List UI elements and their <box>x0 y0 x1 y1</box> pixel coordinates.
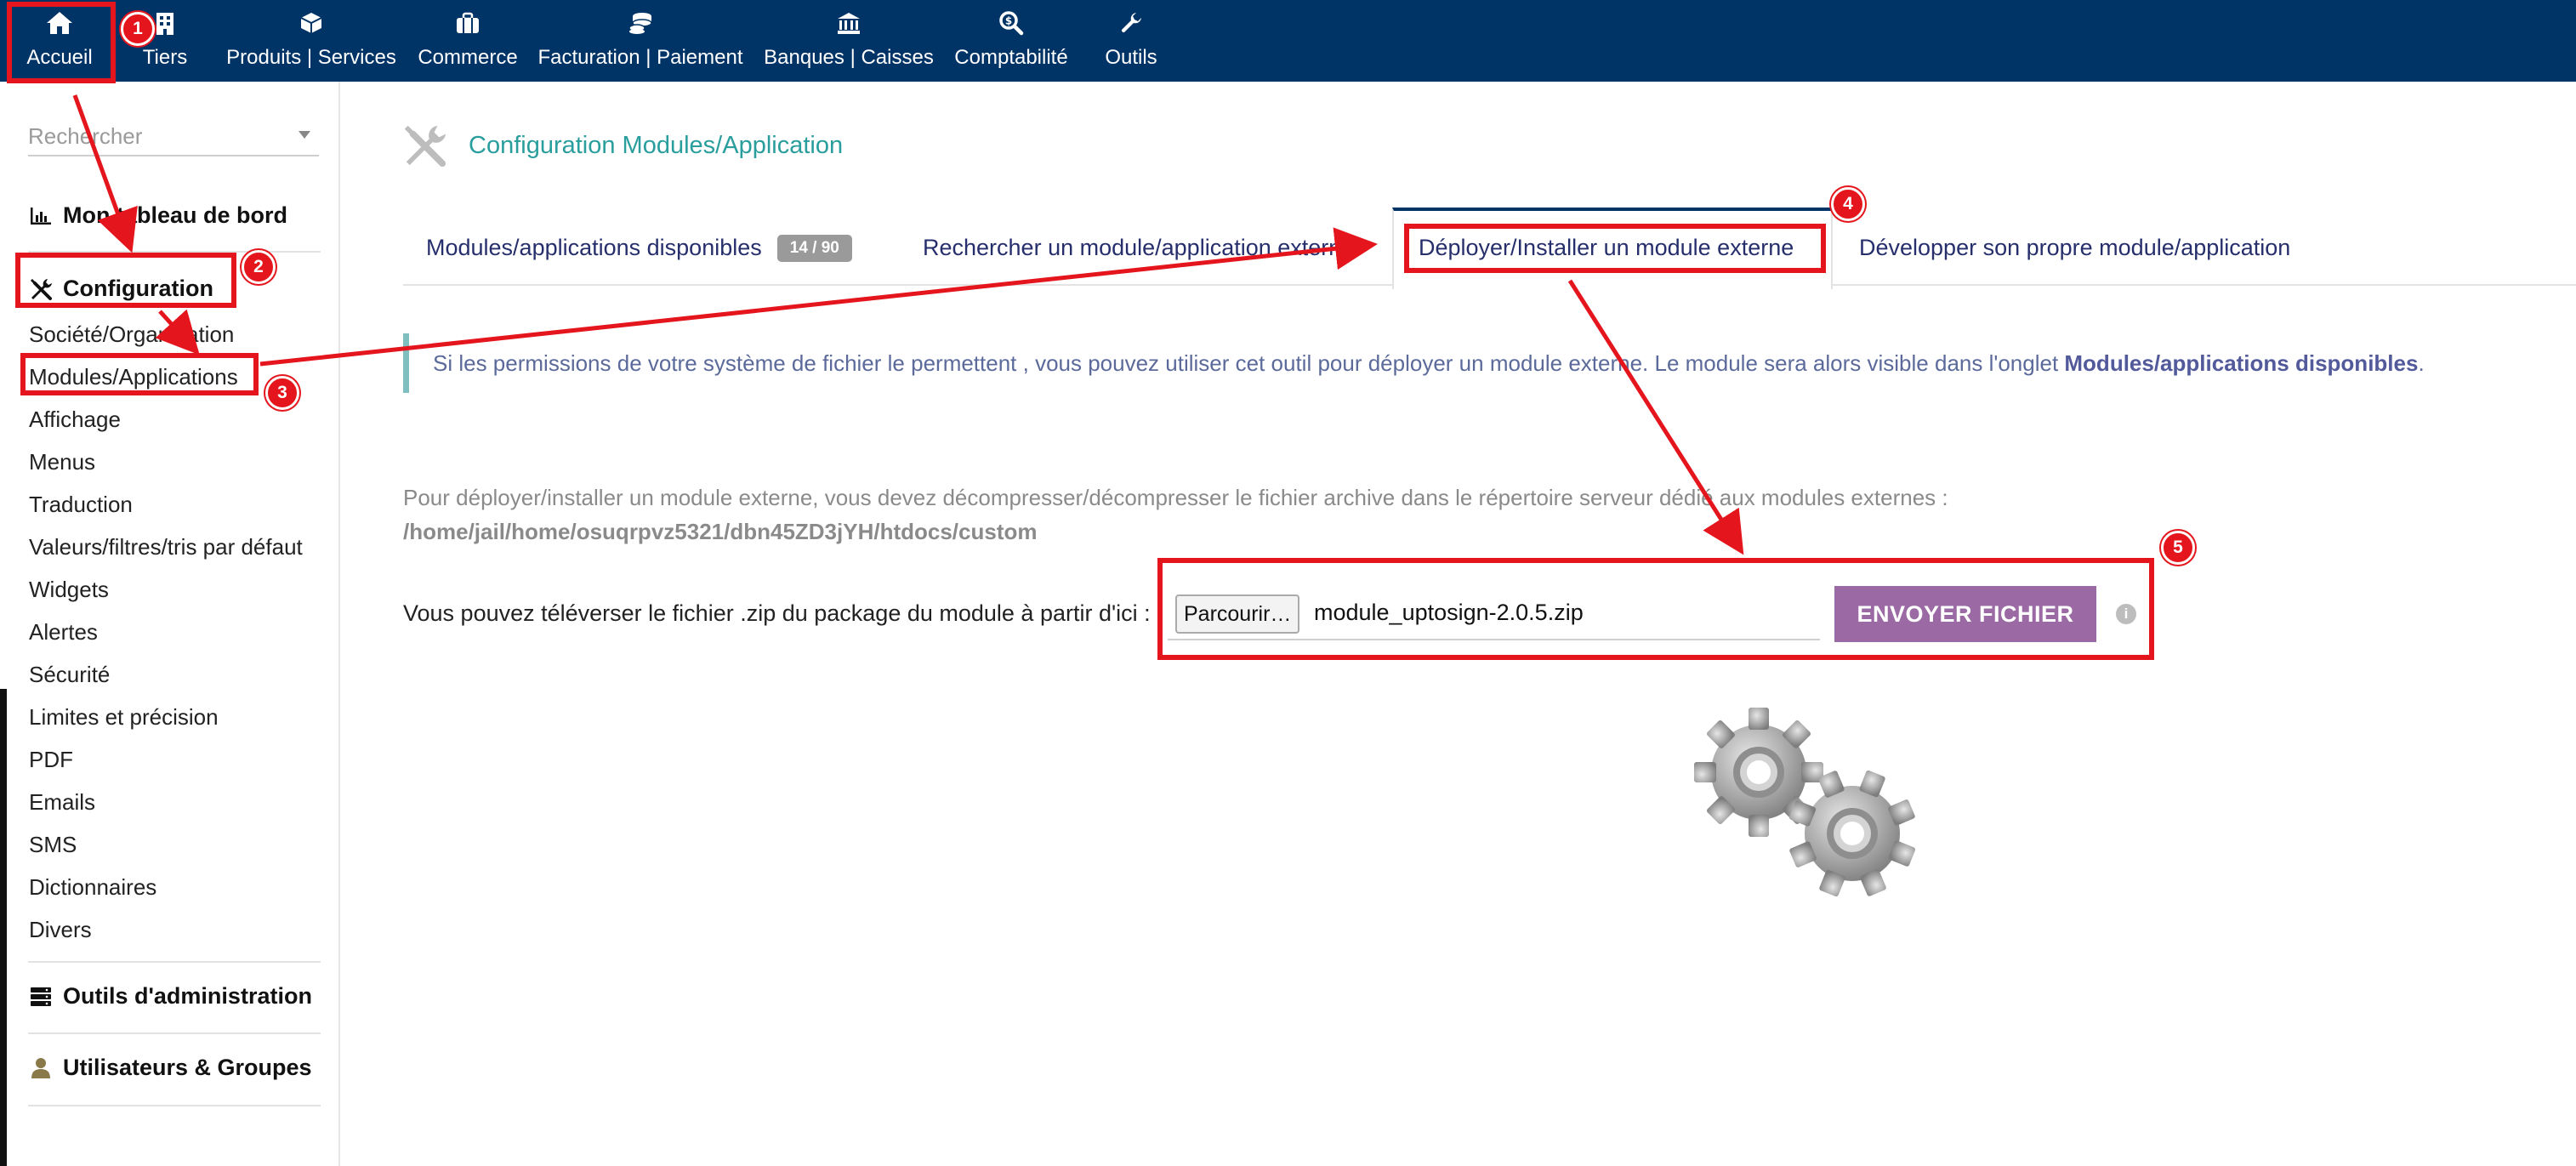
sidebar-users-groups[interactable]: Utilisateurs & Groupes <box>29 1055 312 1081</box>
tab-rechercher-externe[interactable]: Rechercher un module/application externe <box>923 235 1354 261</box>
annotation-marker-2: 2 <box>242 250 276 284</box>
briefcase-icon <box>452 9 483 37</box>
chevron-down-icon[interactable] <box>299 131 310 139</box>
sidebar-item-pdf[interactable]: PDF <box>29 747 73 773</box>
sidebar-dashboard[interactable]: Mon tableau de bord <box>29 202 287 229</box>
coins-icon <box>625 9 656 37</box>
annotation-box-modules <box>20 353 259 395</box>
sidebar-item-emails[interactable]: Emails <box>29 789 95 816</box>
deploy-instructions: Pour déployer/installer un module extern… <box>403 485 1948 510</box>
sidebar-users-groups-label: Utilisateurs & Groupes <box>63 1055 312 1080</box>
search-dollar-icon: $ <box>996 9 1026 37</box>
wrench-icon <box>1116 9 1146 37</box>
nav-banques-caisses[interactable]: Banques | Caisses <box>764 0 934 82</box>
tab-modules-disponibles[interactable]: Modules/applications disponibles 14 / 90 <box>426 235 852 262</box>
sidebar-search-input[interactable] <box>28 119 283 153</box>
sidebar-item-valeurs-defaut[interactable]: Valeurs/filtres/tris par défaut <box>29 534 303 560</box>
modules-count-badge: 14 / 90 <box>776 235 852 262</box>
tab-label: Modules/applications disponibles <box>426 235 762 260</box>
annotation-box-deploy-tab <box>1404 224 1826 273</box>
sidebar-admin-tools[interactable]: Outils d'administration <box>29 983 312 1010</box>
nav-facturation-paiement[interactable]: Facturation | Paiement <box>537 0 743 82</box>
sidebar-item-societe[interactable]: Société/Organisation <box>29 321 234 348</box>
sidebar-search[interactable] <box>28 119 319 156</box>
sidebar-divider <box>28 1032 321 1034</box>
sidebar-divider <box>28 1105 321 1106</box>
annotation-box-configuration <box>15 253 236 308</box>
top-navigation-bar: Accueil Tiers Produits | Services Commer… <box>0 0 2576 82</box>
server-icon <box>29 985 53 1009</box>
gears-icon <box>1694 708 1916 897</box>
sidebar-divider <box>28 961 321 963</box>
svg-text:$: $ <box>1005 15 1012 27</box>
info-end: . <box>2418 350 2425 376</box>
sidebar-item-limites[interactable]: Limites et précision <box>29 704 219 731</box>
bank-icon <box>833 9 864 37</box>
sidebar-item-traduction[interactable]: Traduction <box>29 492 133 518</box>
nav-commerce[interactable]: Commerce <box>417 0 519 82</box>
info-message: Si les permissions de votre système de f… <box>403 333 2576 393</box>
bar-chart-icon <box>29 204 53 228</box>
tools-icon <box>401 122 447 168</box>
cube-icon <box>296 9 327 37</box>
annotation-box-upload <box>1157 558 2154 660</box>
sidebar-dashboard-label: Mon tableau de bord <box>63 202 288 228</box>
annotation-box-accueil <box>7 2 116 83</box>
upload-label: Vous pouvez téléverser le fichier .zip d… <box>403 600 1151 626</box>
annotation-marker-3: 3 <box>265 376 299 410</box>
nav-produits-services[interactable]: Produits | Services <box>225 0 398 82</box>
sidebar-admin-tools-label: Outils d'administration <box>63 983 312 1009</box>
info-link-modules: Modules/applications disponibles <box>2064 350 2419 376</box>
annotation-marker-4: 4 <box>1831 187 1865 221</box>
sidebar-item-affichage[interactable]: Affichage <box>29 407 121 433</box>
nav-outils[interactable]: Outils <box>1097 0 1165 82</box>
sidebar-item-widgets[interactable]: Widgets <box>29 577 109 603</box>
sidebar-item-securite[interactable]: Sécurité <box>29 662 110 688</box>
page-title: Configuration Modules/Application <box>469 132 844 159</box>
sidebar: Mon tableau de bord Configuration Sociét… <box>0 82 340 1166</box>
info-text: Si les permissions de votre système de f… <box>433 350 2065 376</box>
nav-comptabilite[interactable]: $ Comptabilité <box>951 0 1072 82</box>
tab-developper-module[interactable]: Développer son propre module/application <box>1859 235 2290 261</box>
sidebar-item-dictionnaires[interactable]: Dictionnaires <box>29 874 156 901</box>
annotation-marker-5: 5 <box>2161 531 2195 565</box>
window-edge <box>0 689 7 1166</box>
sidebar-item-divers[interactable]: Divers <box>29 917 92 943</box>
sidebar-item-alertes[interactable]: Alertes <box>29 619 98 646</box>
sidebar-item-sms[interactable]: SMS <box>29 832 77 858</box>
sidebar-item-menus[interactable]: Menus <box>29 449 95 475</box>
user-icon <box>29 1056 53 1080</box>
annotation-marker-1: 1 <box>121 12 155 46</box>
deploy-path: /home/jail/home/osuqrpvz5321/dbn45ZD3jYH… <box>403 519 1038 544</box>
